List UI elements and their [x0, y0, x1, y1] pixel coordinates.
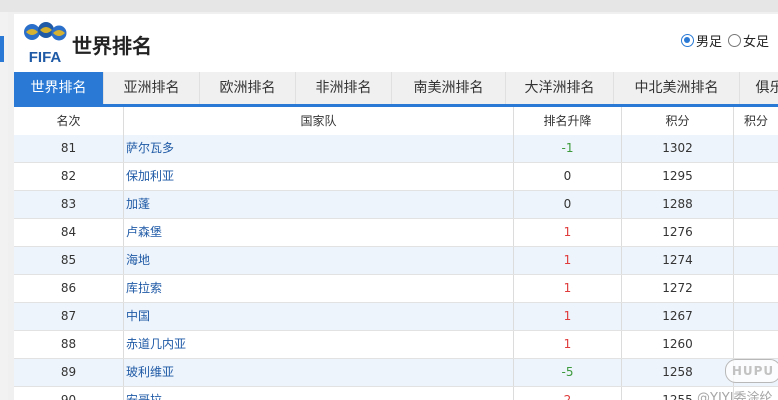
team-link[interactable]: 库拉索: [124, 275, 514, 302]
rank-cell: 85: [14, 247, 124, 274]
tab-south-america[interactable]: 南美洲排名: [392, 72, 506, 104]
gender-option-women[interactable]: 女足: [728, 31, 769, 50]
gender-label: 男足: [696, 35, 723, 50]
points-cell: 1288: [622, 191, 734, 218]
gender-option-men[interactable]: 男足: [681, 31, 722, 50]
rank-cell: 88: [14, 331, 124, 358]
rank-change-cell: 1: [514, 247, 622, 274]
gender-label: 女足: [743, 35, 770, 50]
rank-change-cell: -1: [514, 135, 622, 162]
tab-europe[interactable]: 欧洲排名: [200, 72, 296, 104]
region-tabs: 世界排名 亚洲排名 欧洲排名 非洲排名 南美洲排名 大洋洲排名 中北美洲排名 俱…: [14, 72, 778, 107]
rank-cell: 89: [14, 359, 124, 386]
rank-change-cell: 1: [514, 275, 622, 302]
points-cell: 1258: [622, 359, 734, 386]
column-header-points[interactable]: 积分: [622, 107, 734, 135]
column-header-team[interactable]: 国家队: [124, 107, 514, 135]
radio-selected-icon[interactable]: [681, 34, 694, 47]
table-header: 名次 国家队 排名升降 积分 积分: [14, 107, 778, 136]
team-link[interactable]: 安哥拉: [124, 387, 514, 400]
rank-change-cell: 1: [514, 219, 622, 246]
column-header-prev-points[interactable]: 积分: [734, 107, 778, 135]
points-cell: 1276: [622, 219, 734, 246]
prev-points-cell: [734, 247, 778, 274]
prev-points-cell: [734, 275, 778, 302]
table-body: 81 萨尔瓦多 -1 1302 82 保加利亚 0 1295 83 加蓬 0 1288 84 卢森堡 1 12…: [14, 135, 778, 400]
table-row[interactable]: 89 玻利维亚 -5 1258: [14, 359, 778, 387]
rank-change-cell: 2: [514, 387, 622, 400]
prev-points-cell: [734, 331, 778, 358]
card-header: FIFA 世界排名 男足 女足: [14, 14, 778, 72]
points-cell: 1272: [622, 275, 734, 302]
table-row[interactable]: 87 中国 1 1267: [14, 303, 778, 331]
fifa-logo-text: FIFA: [29, 49, 62, 66]
rank-cell: 82: [14, 163, 124, 190]
prev-points-cell: [734, 135, 778, 162]
watermark-text: @YIYI委涂纶: [697, 391, 773, 400]
column-header-change[interactable]: 排名升降: [514, 107, 622, 135]
tab-club[interactable]: 俱乐: [740, 72, 778, 104]
page-title: 世界排名: [72, 34, 152, 58]
rank-cell: 86: [14, 275, 124, 302]
prev-points-cell: [734, 191, 778, 218]
prev-points-cell: [734, 219, 778, 246]
team-link[interactable]: 赤道几内亚: [124, 331, 514, 358]
table-row[interactable]: 88 赤道几内亚 1 1260: [14, 331, 778, 359]
prev-points-cell: [734, 163, 778, 190]
table-row[interactable]: 82 保加利亚 0 1295: [14, 163, 778, 191]
top-strip: [0, 0, 778, 12]
left-panel-accent: [0, 36, 4, 62]
table-row[interactable]: 90 安哥拉 2 1255: [14, 387, 778, 400]
table-row[interactable]: 81 萨尔瓦多 -1 1302: [14, 135, 778, 163]
team-link[interactable]: 玻利维亚: [124, 359, 514, 386]
hupu-watermark-logo: HUPU: [725, 359, 778, 383]
rank-cell: 87: [14, 303, 124, 330]
points-cell: 1295: [622, 163, 734, 190]
rank-change-cell: 1: [514, 331, 622, 358]
tab-africa[interactable]: 非洲排名: [296, 72, 392, 104]
points-cell: 1260: [622, 331, 734, 358]
tab-north-central-america[interactable]: 中北美洲排名: [614, 72, 740, 104]
rank-change-cell: -5: [514, 359, 622, 386]
tab-world[interactable]: 世界排名: [14, 72, 104, 104]
rank-change-cell: 1: [514, 303, 622, 330]
points-cell: 1267: [622, 303, 734, 330]
tab-asia[interactable]: 亚洲排名: [104, 72, 200, 104]
team-link[interactable]: 卢森堡: [124, 219, 514, 246]
team-link[interactable]: 海地: [124, 247, 514, 274]
rank-change-cell: 0: [514, 163, 622, 190]
points-cell: 1274: [622, 247, 734, 274]
column-header-rank[interactable]: 名次: [14, 107, 124, 135]
table-row[interactable]: 83 加蓬 0 1288: [14, 191, 778, 219]
fifa-logo-icon: FIFA: [24, 22, 67, 66]
tab-oceania[interactable]: 大洋洲排名: [506, 72, 614, 104]
team-link[interactable]: 保加利亚: [124, 163, 514, 190]
rank-cell: 81: [14, 135, 124, 162]
team-link[interactable]: 加蓬: [124, 191, 514, 218]
rank-cell: 84: [14, 219, 124, 246]
table-row[interactable]: 86 库拉索 1 1272: [14, 275, 778, 303]
rank-cell: 90: [14, 387, 124, 400]
rank-cell: 83: [14, 191, 124, 218]
points-cell: 1302: [622, 135, 734, 162]
ranking-card: FIFA 世界排名 男足 女足 世界排名 亚洲排名 欧洲排名 非洲排名 南美洲排…: [14, 14, 778, 400]
prev-points-cell: [734, 303, 778, 330]
table-row[interactable]: 85 海地 1 1274: [14, 247, 778, 275]
left-panel: [0, 12, 8, 400]
rank-change-cell: 0: [514, 191, 622, 218]
team-link[interactable]: 萨尔瓦多: [124, 135, 514, 162]
radio-unselected-icon[interactable]: [728, 34, 741, 47]
table-row[interactable]: 84 卢森堡 1 1276: [14, 219, 778, 247]
team-link[interactable]: 中国: [124, 303, 514, 330]
